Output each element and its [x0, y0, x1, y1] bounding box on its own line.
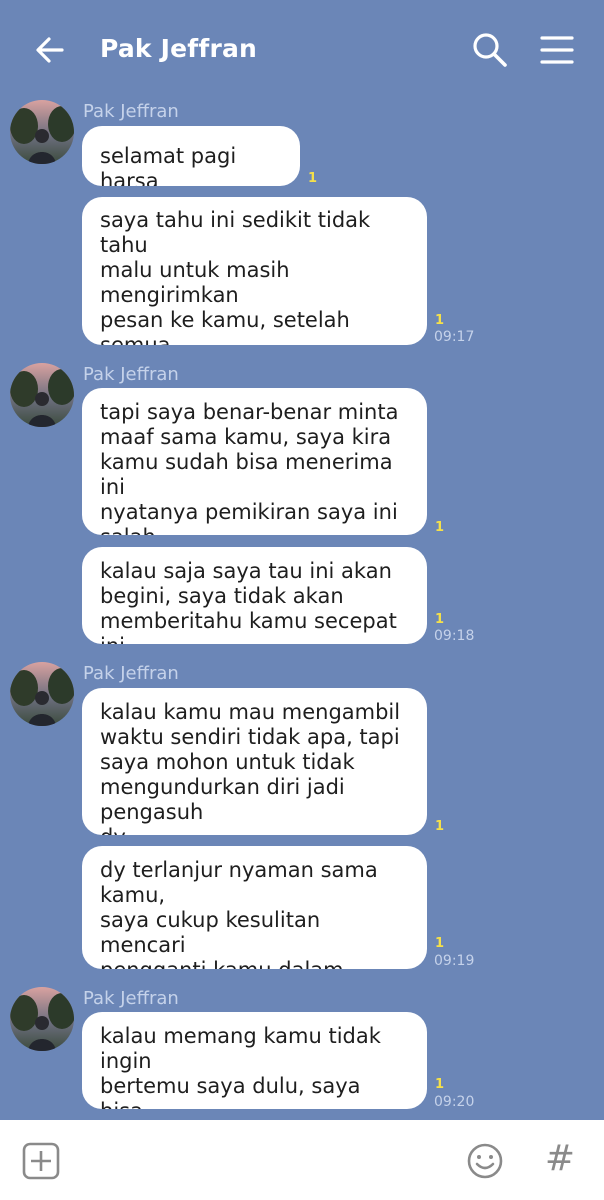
hashtag-icon[interactable]: #	[540, 1138, 580, 1182]
smiley-icon[interactable]	[466, 1142, 504, 1180]
avatar[interactable]	[10, 100, 74, 164]
read-count: 1	[435, 612, 445, 627]
message-bubble[interactable]: dy terlanjur nyaman sama kamu, saya cuku…	[82, 846, 427, 969]
chat-title: Pak Jeffran	[100, 34, 258, 63]
message-bubble[interactable]: saya tahu ini sedikit tidak tahu malu un…	[82, 197, 427, 345]
message-bubble[interactable]: kalau memang kamu tidak ingin bertemu sa…	[82, 1012, 427, 1109]
read-count: 1	[435, 936, 445, 951]
chat-header: Pak Jeffran	[0, 0, 604, 100]
add-box-icon[interactable]	[22, 1142, 60, 1180]
message-bubble[interactable]: kalau kamu mau mengambil waktu sendiri t…	[82, 688, 427, 835]
arrow-left-icon[interactable]	[30, 30, 70, 70]
read-count: 1	[435, 313, 445, 328]
timestamp: 09:17	[434, 329, 475, 345]
sender-name: Pak Jeffran	[83, 364, 179, 385]
hamburger-menu-icon[interactable]	[538, 32, 576, 68]
avatar[interactable]	[10, 987, 74, 1051]
avatar[interactable]	[10, 363, 74, 427]
sender-name: Pak Jeffran	[83, 101, 179, 122]
avatar[interactable]	[10, 662, 74, 726]
sender-name: Pak Jeffran	[83, 663, 179, 684]
input-bar: #	[0, 1120, 604, 1200]
read-count: 1	[435, 520, 445, 535]
timestamp: 09:20	[434, 1094, 475, 1110]
read-count: 1	[435, 819, 445, 834]
sender-name: Pak Jeffran	[83, 988, 179, 1009]
read-count: 1	[308, 171, 318, 186]
message-bubble[interactable]: kalau saja saya tau ini akan begini, say…	[82, 547, 427, 644]
message-bubble[interactable]: selamat pagi harsa	[82, 126, 300, 186]
read-count: 1	[435, 1077, 445, 1092]
timestamp: 09:19	[434, 953, 475, 969]
message-bubble[interactable]: tapi saya benar-benar minta maaf sama ka…	[82, 388, 427, 535]
timestamp: 09:18	[434, 628, 475, 644]
search-icon[interactable]	[470, 30, 510, 70]
